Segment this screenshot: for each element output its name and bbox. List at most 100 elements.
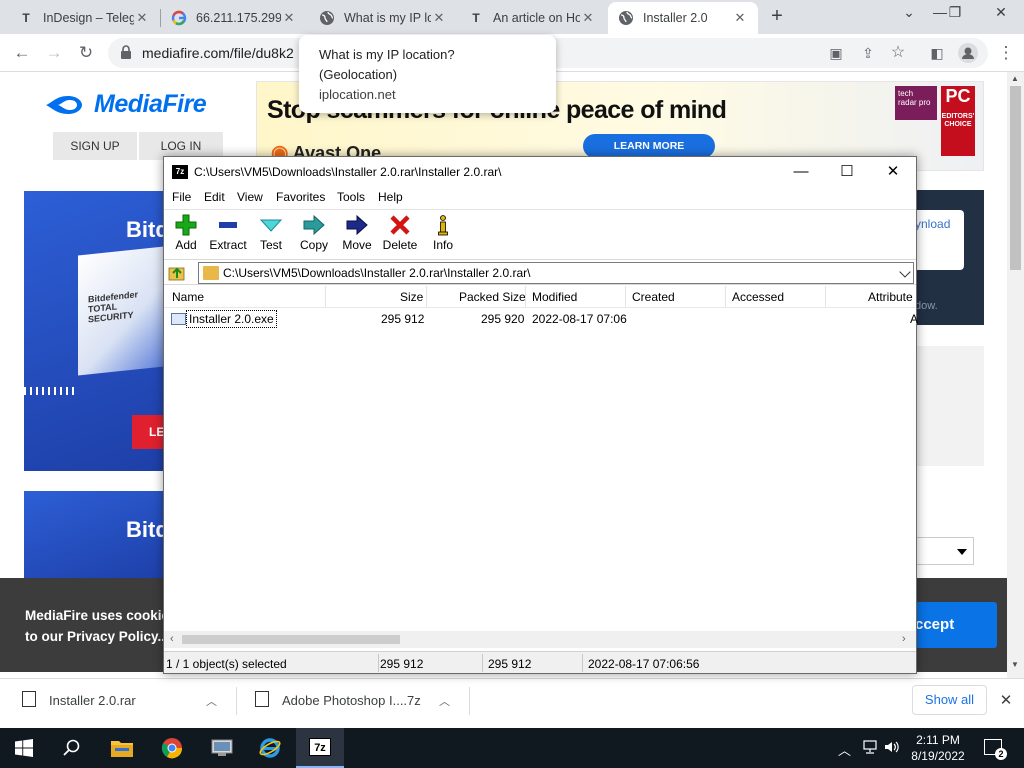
- internet-explorer-icon[interactable]: [246, 728, 294, 768]
- column-divider[interactable]: [625, 286, 626, 308]
- close-window-icon[interactable]: ✕: [986, 4, 1016, 26]
- tool-label: Copy: [299, 238, 328, 252]
- system-clock[interactable]: 2:11 PM 8/19/2022: [905, 732, 971, 764]
- status-packed: 295 912: [488, 657, 532, 671]
- chevron-down-icon[interactable]: [899, 266, 911, 278]
- menu-file[interactable]: File: [172, 190, 191, 204]
- column-header: Name Size Packed Size Modified Created A…: [164, 286, 916, 308]
- delete-button[interactable]: Delete: [378, 212, 422, 256]
- menu-bar: File Edit View Favorites Tools Help: [164, 187, 916, 207]
- restore-icon[interactable]: ❐: [940, 4, 970, 26]
- folder-up-icon[interactable]: [168, 264, 186, 282]
- close-icon[interactable]: ✕: [732, 10, 748, 26]
- chevron-up-icon[interactable]: ︿: [838, 740, 851, 759]
- tab-ip-location[interactable]: What is my IP lo ✕: [309, 2, 457, 34]
- col-packed-size[interactable]: Packed Size: [459, 290, 526, 304]
- profile-avatar-icon[interactable]: [956, 41, 980, 65]
- notification-center-icon[interactable]: 2: [984, 739, 1007, 760]
- add-button[interactable]: Add: [164, 212, 208, 256]
- column-divider[interactable]: [525, 286, 526, 308]
- maximize-icon[interactable]: ☐: [824, 157, 870, 187]
- new-tab-icon[interactable]: +: [766, 6, 788, 28]
- minimize-icon[interactable]: —: [778, 157, 824, 187]
- close-icon[interactable]: ✕: [996, 691, 1016, 711]
- dropdown-select[interactable]: [915, 537, 974, 565]
- file-modified: 2022-08-17 07:06: [532, 312, 627, 326]
- mediafire-logo[interactable]: MediaFire: [44, 90, 207, 119]
- column-divider[interactable]: [426, 286, 427, 308]
- reload-icon[interactable]: ↻: [74, 41, 98, 65]
- network-app-icon[interactable]: [198, 728, 246, 768]
- scroll-down-icon[interactable]: ▼: [1011, 660, 1019, 669]
- scroll-up-icon[interactable]: ▲: [1011, 74, 1019, 83]
- scroll-left-icon[interactable]: ‹: [170, 633, 174, 645]
- bookmark-star-icon[interactable]: ☆: [886, 41, 910, 65]
- column-divider[interactable]: [825, 286, 826, 308]
- windows-start-icon[interactable]: [0, 728, 48, 768]
- download-item[interactable]: Installer 2.0.rar ︿: [0, 679, 236, 723]
- sign-up-button[interactable]: SIGN UP: [53, 132, 137, 160]
- move-button[interactable]: Move: [335, 212, 379, 256]
- extract-button[interactable]: Extract: [206, 212, 250, 256]
- share-icon[interactable]: ⇪: [856, 41, 880, 65]
- col-modified[interactable]: Modified: [532, 290, 577, 304]
- table-row[interactable]: Installer 2.0.exe 295 912 295 920 2022-0…: [164, 310, 918, 328]
- close-icon[interactable]: ✕: [870, 157, 916, 187]
- col-size[interactable]: Size: [400, 290, 423, 304]
- volume-icon[interactable]: [884, 740, 900, 757]
- menu-dots-icon[interactable]: ⋮: [994, 41, 1018, 65]
- learn-more-button[interactable]: LEARN MORE: [583, 134, 715, 158]
- globe-icon: [319, 10, 335, 26]
- close-icon[interactable]: ✕: [431, 10, 447, 26]
- accept-cookies-button[interactable]: ccept: [915, 602, 997, 648]
- back-arrow-icon[interactable]: ←: [10, 41, 34, 65]
- col-accessed[interactable]: Accessed: [732, 290, 784, 304]
- scroll-right-icon[interactable]: ›: [902, 633, 906, 645]
- popup-blocked-icon[interactable]: ▣: [824, 41, 848, 65]
- menu-view[interactable]: View: [237, 190, 263, 204]
- column-divider[interactable]: [725, 286, 726, 308]
- download-item[interactable]: Adobe Photoshop I....7z ︿: [233, 679, 469, 723]
- scrollbar-thumb[interactable]: [182, 635, 400, 644]
- close-icon[interactable]: ✕: [580, 10, 596, 26]
- menu-favorites[interactable]: Favorites: [276, 190, 325, 204]
- scrollbar-thumb[interactable]: [1010, 86, 1021, 270]
- bitdefender-ad-2[interactable]: Bitd: [24, 491, 164, 581]
- bitdefender-ad-1[interactable]: Bitd Bitdefender TOTAL SECURITY LE: [24, 191, 164, 471]
- network-icon[interactable]: [862, 740, 878, 757]
- chevron-up-icon[interactable]: ︿: [439, 693, 450, 709]
- page-scrollbar[interactable]: ▲ ▼: [1007, 72, 1024, 678]
- tab-installer[interactable]: Installer 2.0 ✕: [608, 2, 758, 34]
- test-button[interactable]: Test: [249, 212, 293, 256]
- chevron-up-icon[interactable]: ︿: [206, 693, 217, 709]
- download-button[interactable]: ynload: [915, 210, 964, 270]
- chrome-icon[interactable]: [148, 728, 196, 768]
- menu-help[interactable]: Help: [378, 190, 403, 204]
- ad-cta-button[interactable]: LE: [132, 415, 164, 449]
- menu-tools[interactable]: Tools: [337, 190, 365, 204]
- forward-arrow-icon[interactable]: →: [42, 41, 66, 65]
- info-button[interactable]: Info: [421, 212, 465, 256]
- tab-ip-address[interactable]: 66.211.175.299 ✕: [161, 2, 307, 34]
- column-divider[interactable]: [325, 286, 326, 308]
- title-bar[interactable]: 7z C:\Users\VM5\Downloads\Installer 2.0.…: [164, 157, 916, 187]
- col-created[interactable]: Created: [632, 290, 675, 304]
- close-icon[interactable]: ✕: [281, 10, 297, 26]
- side-panel-icon[interactable]: ◧: [925, 41, 949, 65]
- chevron-down-icon[interactable]: ⌄: [894, 4, 924, 26]
- close-icon[interactable]: ✕: [134, 10, 150, 26]
- path-combobox[interactable]: C:\Users\VM5\Downloads\Installer 2.0.rar…: [198, 262, 914, 284]
- search-icon[interactable]: [48, 728, 96, 768]
- status-divider: [378, 654, 379, 672]
- show-all-button[interactable]: Show all: [912, 685, 987, 715]
- tab-article[interactable]: T An article on Ho ✕: [458, 2, 606, 34]
- 7zip-taskbar-icon[interactable]: 7z: [296, 728, 344, 768]
- col-name[interactable]: Name: [172, 290, 204, 304]
- col-attributes[interactable]: Attribute: [868, 290, 913, 304]
- tab-indesign[interactable]: T InDesign – Telegr ✕: [8, 2, 160, 34]
- file-explorer-icon[interactable]: [98, 728, 146, 768]
- status-selected: 1 / 1 object(s) selected: [166, 657, 287, 671]
- menu-edit[interactable]: Edit: [204, 190, 225, 204]
- copy-button[interactable]: Copy: [292, 212, 336, 256]
- horizontal-scrollbar[interactable]: ‹ ›: [164, 631, 916, 648]
